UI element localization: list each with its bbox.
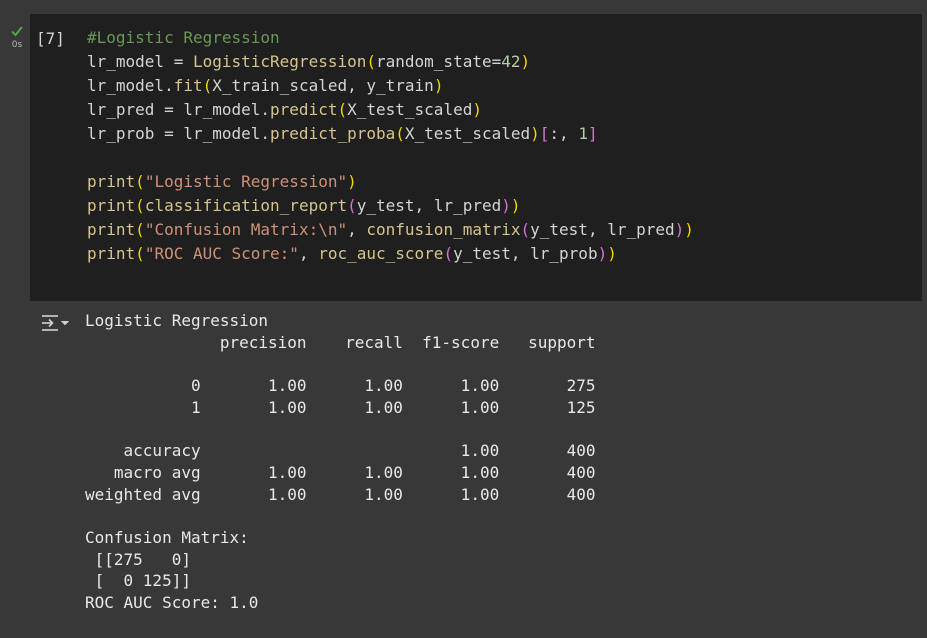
code-line: lr_model = LogisticRegression(random_sta… <box>87 52 531 71</box>
code-line: print("Confusion Matrix:\n", confusion_m… <box>87 220 694 239</box>
execution-time: 0s <box>11 40 23 50</box>
output-line: Logistic Regression <box>85 311 269 330</box>
code-line: lr_prob = lr_model.predict_proba(X_test_… <box>87 124 598 143</box>
output-line: precision recall f1-score support <box>85 332 596 352</box>
code-editor[interactable]: #Logistic Regression lr_model = LogisticR… <box>87 26 694 266</box>
output-toggle-icon[interactable] <box>40 313 70 333</box>
code-line: lr_pred = lr_model.predict(X_test_scaled… <box>87 100 482 119</box>
code-line: #Logistic Regression <box>87 28 280 47</box>
top-border <box>0 0 927 12</box>
execution-count: [7] <box>36 29 65 48</box>
output-line: macro avg 1.00 1.00 1.00 400 <box>85 462 596 482</box>
cell-status[interactable]: 0s <box>6 24 28 50</box>
code-line: print("ROC AUC Score:", roc_auc_score(y_… <box>87 244 617 263</box>
output-line: ROC AUC Score: 1.0 <box>85 592 259 612</box>
output-line: 1 1.00 1.00 1.00 125 <box>85 397 596 417</box>
checkmark-icon <box>11 26 23 37</box>
cell-output: Logistic Regression precision recall f1-… <box>0 301 927 638</box>
output-line: [[275 0] <box>85 549 191 569</box>
code-line: print(classification_report(y_test, lr_p… <box>87 196 521 215</box>
output-line: accuracy 1.00 400 <box>85 441 596 461</box>
output-text: Logistic Regression precision recall f1-… <box>85 310 596 614</box>
output-line: Confusion Matrix: <box>85 527 249 547</box>
output-line: [ 0 125]] <box>85 571 191 591</box>
code-cell[interactable]: #Logistic Regression lr_model = LogisticR… <box>30 14 922 301</box>
code-line: lr_model.fit(X_train_scaled, y_train) <box>87 76 444 95</box>
code-line: print("Logistic Regression") <box>87 172 357 191</box>
output-line: 0 1.00 1.00 1.00 275 <box>85 376 596 396</box>
output-line: weighted avg 1.00 1.00 1.00 400 <box>85 484 596 504</box>
